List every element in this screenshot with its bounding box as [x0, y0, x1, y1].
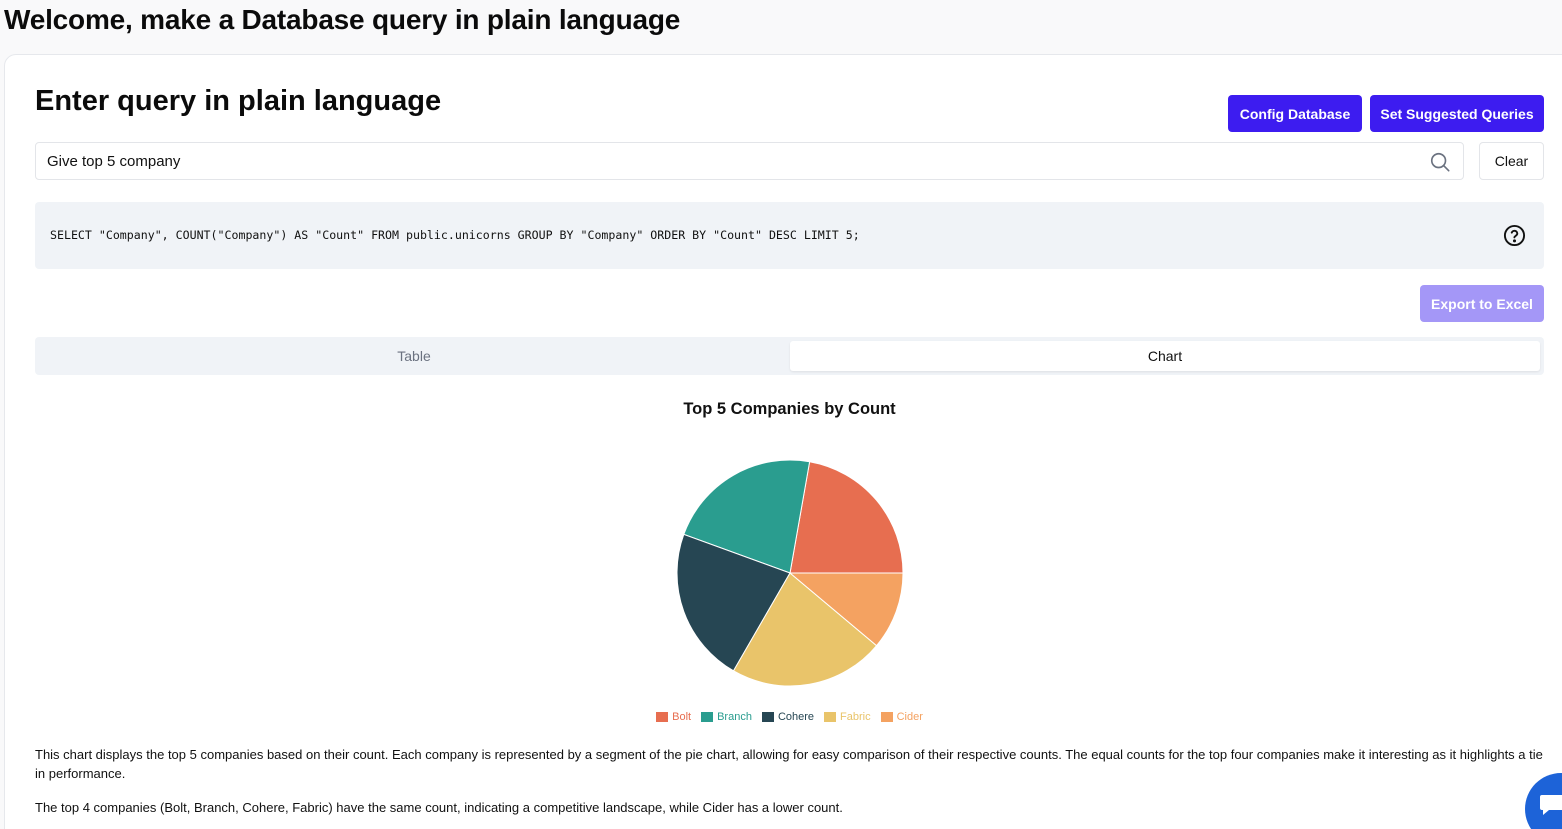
legend-label: Cider — [896, 711, 923, 723]
legend-swatch — [824, 712, 837, 722]
legend-item-cohere[interactable]: Cohere — [761, 711, 815, 723]
chat-icon — [1540, 795, 1562, 815]
legend-label: Branch — [717, 711, 752, 723]
legend-swatch — [761, 712, 774, 722]
legend-item-cider[interactable]: Cider — [880, 711, 923, 723]
legend-label: Cohere — [777, 711, 815, 723]
chart-summary-paragraph: The top 4 companies (Bolt, Branch, Coher… — [35, 800, 843, 815]
pie-chart — [676, 459, 904, 687]
legend-item-bolt[interactable]: Bolt — [656, 711, 691, 723]
legend-label: Bolt — [672, 711, 692, 723]
chart-legend: Bolt Branch Cohere Fabric Cider — [5, 711, 1562, 723]
legend-swatch — [701, 712, 714, 722]
legend-label: Fabric — [840, 711, 871, 723]
legend-swatch — [656, 712, 669, 722]
legend-swatch — [880, 712, 893, 722]
legend-item-fabric[interactable]: Fabric — [824, 711, 871, 723]
legend-item-branch[interactable]: Branch — [701, 711, 752, 723]
page-heading: Welcome, make a Database query in plain … — [4, 4, 681, 35]
query-card: Enter query in plain language Config Dat… — [4, 54, 1562, 829]
chart-description-paragraph: This chart displays the top 5 companies … — [35, 747, 1543, 781]
